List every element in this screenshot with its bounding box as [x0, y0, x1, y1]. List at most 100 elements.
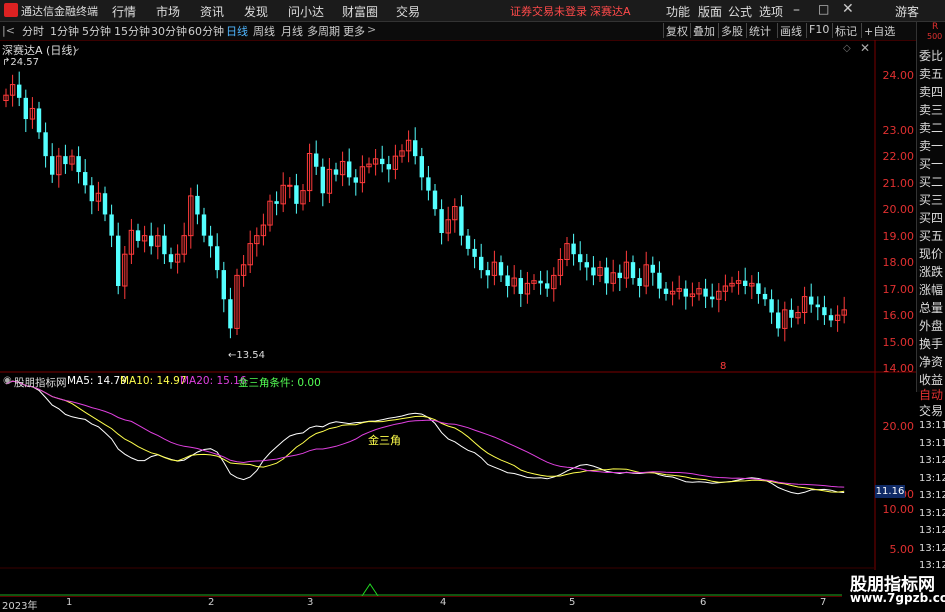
menu-market[interactable]: 市场	[156, 3, 180, 20]
tab-monthly[interactable]: 月线	[281, 23, 303, 39]
indicator-settings-icon[interactable]: ◉	[3, 375, 12, 386]
candle-body	[274, 201, 279, 204]
signal-marker	[361, 583, 379, 596]
tab-30min[interactable]: 30分钟	[151, 23, 187, 39]
nav-left-icon[interactable]: |<	[2, 24, 15, 37]
price-tick: 21.00	[882, 177, 915, 190]
candle-body	[353, 177, 358, 183]
price-tick: 16.00	[882, 309, 915, 322]
indicator-tick: 5.00	[889, 543, 915, 556]
menu-ask[interactable]: 问小达	[288, 3, 324, 20]
candle-body	[43, 132, 48, 157]
side-time: 13:11	[919, 420, 945, 431]
maximize-icon[interactable]: □	[818, 2, 829, 16]
multi-stock-button[interactable]: 多股	[718, 23, 745, 38]
candle-body	[426, 177, 431, 191]
f10-button[interactable]: F10	[806, 23, 831, 38]
tab-more[interactable]: 更多	[343, 23, 365, 39]
golden-triangle-condition: 金三角条件: 0.00	[238, 377, 321, 389]
candle-body	[347, 161, 352, 178]
indicator-tick: 20.00	[882, 420, 915, 433]
date-label: 1	[66, 597, 73, 608]
candle-body	[432, 190, 438, 210]
candles-group	[3, 71, 847, 342]
tab-5min[interactable]: 5分钟	[82, 23, 111, 39]
side-item: 外盘	[919, 319, 944, 333]
indicator-name[interactable]: 股朋指标网	[14, 375, 67, 390]
menu-wealth[interactable]: 财富圈	[342, 3, 378, 20]
candle-body	[809, 296, 814, 305]
date-label: 6	[700, 597, 707, 608]
close-icon[interactable]: ✕	[842, 1, 854, 17]
price-tick: 17.00	[882, 283, 915, 296]
candle-body	[287, 184, 293, 187]
candle-body	[439, 209, 444, 233]
side-item: 换手	[919, 337, 944, 351]
price-tick: 14.00	[882, 362, 915, 375]
candle-body	[578, 254, 583, 263]
candle-body	[386, 164, 391, 170]
menu-formula[interactable]: 公式	[728, 3, 752, 20]
candle-body	[83, 172, 88, 186]
side-item: 涨跌	[919, 265, 944, 279]
guest-button[interactable]: 游客	[895, 3, 919, 20]
menu-function[interactable]: 功能	[666, 3, 690, 20]
price-tick: 20.00	[882, 203, 915, 216]
candle-body	[116, 235, 121, 286]
side-time: 13:12	[919, 455, 945, 466]
price-tick: 22.00	[882, 150, 915, 163]
candle-body	[135, 230, 141, 241]
mark-button[interactable]: 标记	[832, 23, 859, 38]
date-label: 2023年	[2, 601, 38, 612]
chart-canvas[interactable]	[0, 40, 916, 596]
overlay-button[interactable]: 叠加	[690, 23, 717, 38]
candle-body	[657, 272, 662, 289]
menu-layout[interactable]: 版面	[698, 3, 722, 20]
minimize-icon[interactable]: –	[793, 2, 800, 18]
tab-60min[interactable]: 60分钟	[188, 23, 224, 39]
tab-daily[interactable]: 日线	[226, 23, 248, 39]
app-logo-icon	[4, 3, 18, 17]
statistics-button[interactable]: 统计	[746, 23, 773, 38]
title-bar: 通达信金融终端 行情 市场 资讯 发现 问小达 财富圈 交易 证券交易未登录 深…	[0, 0, 945, 22]
side-item: 买一	[919, 157, 944, 171]
login-warning[interactable]: 证券交易未登录	[510, 3, 587, 19]
stock-name-top: 深赛达A	[590, 5, 631, 18]
chevron-right-icon[interactable]: >	[367, 23, 376, 36]
candle-body	[215, 246, 220, 271]
menu-discover[interactable]: 发现	[244, 3, 268, 20]
watermark-url: www.7gpzb.com	[850, 591, 945, 605]
tab-multi-period[interactable]: 多周期	[307, 23, 340, 39]
tab-intraday[interactable]: 分时	[22, 23, 44, 39]
event-marker-8: 8	[720, 361, 727, 372]
draw-line-button[interactable]: 画线	[777, 23, 804, 38]
menu-news[interactable]: 资讯	[200, 3, 224, 20]
tab-15min[interactable]: 15分钟	[114, 23, 150, 39]
tab-weekly[interactable]: 周线	[253, 23, 275, 39]
side-item: 买四	[919, 211, 944, 225]
side-500-label: 500	[927, 32, 943, 41]
candle-body	[294, 185, 299, 204]
tab-1min[interactable]: 1分钟	[50, 23, 79, 39]
auto-button[interactable]: 自动	[919, 386, 943, 403]
candle-body	[604, 267, 609, 284]
candle-body	[479, 256, 484, 271]
side-time: 13:12	[919, 472, 945, 484]
date-label: 2	[208, 597, 215, 608]
candle-body	[102, 193, 108, 215]
trade-button[interactable]: 交易	[919, 402, 943, 419]
restore-rights-button[interactable]: 复权	[663, 23, 690, 38]
menu-trade[interactable]: 交易	[396, 3, 420, 20]
candle-body	[413, 140, 418, 157]
side-item: 买三	[919, 193, 944, 207]
candle-body	[208, 235, 213, 247]
menu-options[interactable]: 选项	[759, 3, 783, 20]
side-item: 卖四	[919, 85, 944, 99]
add-watchlist-button[interactable]: +自选	[861, 23, 897, 38]
candle-body	[650, 264, 655, 273]
side-item: 卖二	[919, 121, 944, 135]
candle-body	[320, 166, 325, 194]
candle-body	[149, 235, 154, 247]
menu-quotes[interactable]: 行情	[112, 3, 136, 20]
candle-body	[498, 262, 504, 276]
